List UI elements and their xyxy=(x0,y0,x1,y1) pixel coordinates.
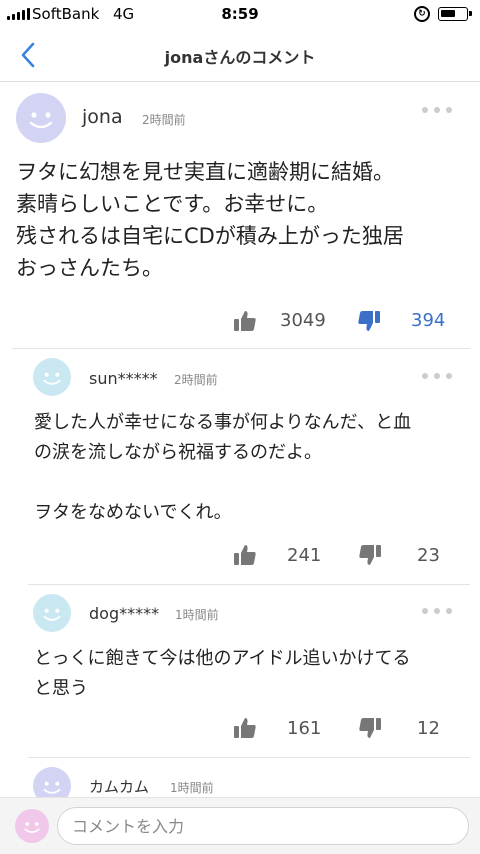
rotation-lock-icon: ↻ xyxy=(414,6,430,22)
reply-time: 1時間前 xyxy=(170,781,214,795)
reply-author[interactable]: dog***** xyxy=(89,604,159,623)
divider xyxy=(28,757,470,758)
reply-body: とっくに飽きて今は他のアイドル追いかけてる と思う xyxy=(34,648,411,699)
reply-author[interactable]: カムカム xyxy=(89,776,149,797)
more-menu-button[interactable] xyxy=(422,608,452,614)
like-count: 161 xyxy=(287,718,322,739)
avatar[interactable] xyxy=(33,358,71,396)
thumbs-down-icon[interactable] xyxy=(358,716,382,740)
thumbs-down-icon[interactable] xyxy=(357,309,381,333)
thumbs-up-icon[interactable] xyxy=(233,309,257,333)
thumbs-up-icon[interactable] xyxy=(233,716,257,740)
dislike-count: 394 xyxy=(411,310,446,331)
smiley-icon xyxy=(43,372,61,385)
page-title: jonaさんのコメント xyxy=(164,48,316,67)
comment-input[interactable] xyxy=(57,807,469,845)
status-bar: SoftBank 4G 8:59 ↻ xyxy=(0,0,480,28)
divider xyxy=(28,584,470,585)
nav-bar: jonaさんのコメント xyxy=(0,28,480,82)
smiley-icon xyxy=(24,822,40,833)
comment-time: 2時間前 xyxy=(142,113,186,127)
dislike-count: 23 xyxy=(417,545,440,566)
comment-input-bar xyxy=(0,797,480,854)
like-count: 3049 xyxy=(280,310,326,331)
reply-time: 1時間前 xyxy=(175,608,219,622)
like-count: 241 xyxy=(287,545,322,566)
thumbs-down-icon[interactable] xyxy=(358,543,382,567)
avatar[interactable] xyxy=(33,594,71,632)
reply-time: 2時間前 xyxy=(174,373,218,387)
smiley-icon xyxy=(43,608,61,621)
reply-body: 愛した人が幸せになる事が何よりなんだ、と血 の涙を流しながら祝福するのだよ。 ヲ… xyxy=(34,412,412,523)
reply-author[interactable]: sun***** xyxy=(89,369,158,388)
divider xyxy=(12,348,470,349)
more-menu-button[interactable] xyxy=(422,373,452,379)
battery-icon xyxy=(438,7,472,21)
user-avatar xyxy=(15,809,49,843)
thumbs-up-icon[interactable] xyxy=(233,543,257,567)
smiley-icon xyxy=(29,112,53,129)
comment-author[interactable]: jona xyxy=(82,106,123,128)
clock: 8:59 xyxy=(221,5,259,23)
dislike-count: 12 xyxy=(417,718,440,739)
avatar[interactable] xyxy=(16,93,66,143)
comment-body: ヲタに幻想を見せ実直に適齢期に結婚。 素晴らしいことです。お幸せに。 残されるは… xyxy=(16,160,404,280)
more-menu-button[interactable] xyxy=(422,107,452,113)
